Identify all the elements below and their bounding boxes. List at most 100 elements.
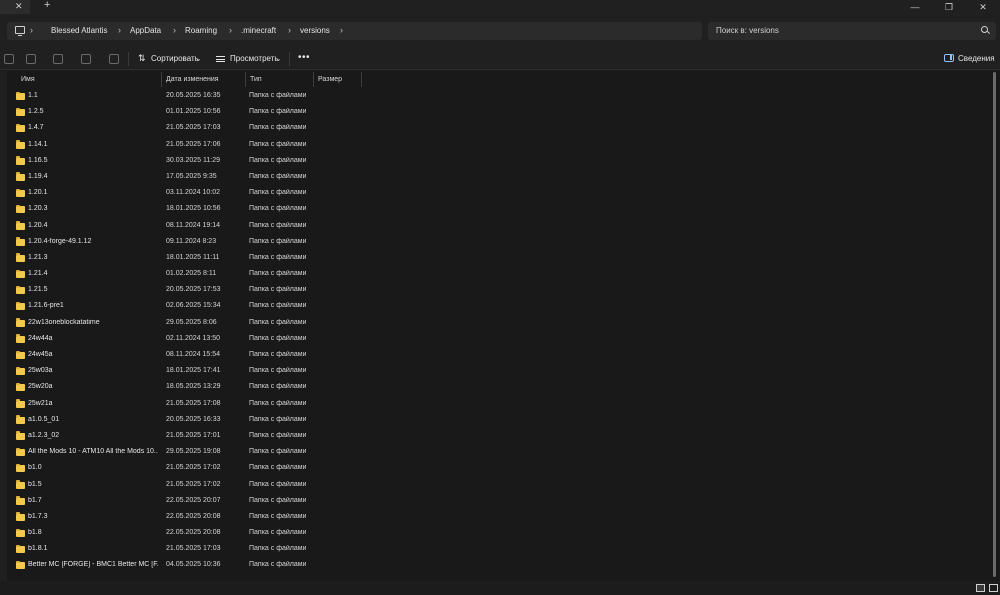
column-header-size[interactable]: Размер (313, 71, 361, 88)
table-row[interactable]: 1.21.3 18.01.2025 11:11 Папка с файлами (0, 251, 1000, 267)
file-type: Папка с файлами (249, 399, 307, 407)
folder-icon (16, 237, 25, 246)
table-row[interactable]: b1.5 21.05.2025 17:02 Папка с файлами (0, 478, 1000, 494)
table-row[interactable]: 1.20.4 08.11.2024 19:14 Папка с файлами (0, 219, 1000, 235)
search-icon[interactable] (981, 26, 988, 33)
chevron-down-icon[interactable]: ⌄ (275, 54, 282, 63)
file-type: Папка с файлами (249, 415, 307, 423)
folder-icon (16, 544, 25, 554)
breadcrumb-versions[interactable]: versions (300, 26, 330, 35)
more-options-button[interactable]: ••• (298, 52, 310, 63)
chevron-right-icon[interactable]: › (288, 25, 291, 35)
table-row[interactable]: 1.4.7 21.05.2025 17:03 Папка с файлами (0, 121, 1000, 137)
delete-icon[interactable] (109, 54, 119, 64)
cut-icon[interactable] (26, 54, 36, 64)
details-view-icon[interactable] (976, 584, 985, 592)
chevron-right-icon[interactable]: › (118, 25, 121, 35)
tab-current[interactable]: ✕ (0, 0, 30, 14)
folder-icon (16, 285, 25, 295)
view-icon[interactable] (216, 56, 225, 62)
column-divider[interactable] (361, 72, 362, 87)
file-date: 02.11.2024 13:50 (166, 334, 220, 342)
tab-close-icon[interactable]: ✕ (15, 1, 23, 12)
breadcrumb-roaming[interactable]: Roaming (185, 26, 217, 35)
table-row[interactable]: a1.0.5_01 20.05.2025 16:33 Папка с файлами (0, 413, 1000, 429)
table-row[interactable]: 25w20a 18.05.2025 13:29 Папка с файлами (0, 380, 1000, 396)
table-row[interactable]: 24w44a 02.11.2024 13:50 Папка с файлами (0, 332, 1000, 348)
table-row[interactable]: 1.16.5 30.03.2025 11:29 Папка с файлами (0, 154, 1000, 170)
table-row[interactable]: 22w13oneblockatatime 29.05.2025 8:06 Папка… (0, 316, 1000, 332)
table-row[interactable]: b1.0 21.05.2025 17:02 Папка с файлами (0, 461, 1000, 477)
chevron-right-icon[interactable]: › (229, 25, 232, 35)
folder-icon (16, 172, 25, 181)
table-row[interactable]: 1.21.5 20.05.2025 17:53 Папка с файлами (0, 283, 1000, 299)
table-row[interactable]: 25w03a 18.01.2025 17:41 Папка с файлами (0, 364, 1000, 380)
table-row[interactable]: 1.21.4 01.02.2025 8:11 Папка с файлами (0, 267, 1000, 283)
address-bar[interactable]: › Blessed Atlantis › AppData › Roaming ›… (7, 22, 702, 40)
file-date: 22.05.2025 20:08 (166, 529, 221, 537)
new-item-icon[interactable] (4, 54, 14, 64)
table-row[interactable]: 1.2.5 01.01.2025 10:56 Папка с файлами (0, 105, 1000, 121)
folder-icon (16, 447, 25, 457)
sort-icon[interactable]: ⇅ (138, 53, 146, 64)
close-window-button[interactable]: ✕ (966, 0, 1000, 14)
file-type: Папка с файлами (249, 302, 307, 310)
folder-icon (16, 156, 25, 165)
folder-icon (16, 107, 25, 117)
chevron-right-icon[interactable]: › (340, 25, 343, 35)
file-date: 04.05.2025 10:36 (166, 561, 221, 569)
table-row[interactable]: All the Mods 10 - ATM10 All the Mods 10.… (0, 445, 1000, 461)
minimize-button[interactable]: — (898, 0, 932, 14)
table-row[interactable]: 24w45a 08.11.2024 15:54 Папка с файлами (0, 348, 1000, 364)
paste-icon[interactable] (81, 54, 91, 64)
title-bar: ✕ + — ❐ ✕ (0, 0, 1000, 14)
table-row[interactable]: b1.8.1 21.05.2025 17:03 Папка с файлами (0, 542, 1000, 558)
breadcrumb-blessed-atlantis[interactable]: Blessed Atlantis (51, 26, 107, 35)
details-pane-button[interactable]: Сведения (944, 54, 995, 63)
table-row[interactable]: a1.2.3_02 21.05.2025 17:01 Папка с файлами (0, 429, 1000, 445)
file-name: 1.21.3 (28, 253, 48, 261)
vertical-scrollbar[interactable] (993, 72, 996, 577)
file-date: 18.01.2025 11:11 (166, 253, 220, 261)
file-type: Папка с файлами (249, 367, 307, 375)
folder-icon (16, 528, 25, 538)
tiles-view-icon[interactable] (989, 584, 998, 592)
column-header-date[interactable]: Дата изменения (161, 71, 245, 88)
table-row[interactable]: 1.14.1 21.05.2025 17:06 Папка с файлами (0, 138, 1000, 154)
table-row[interactable]: 1.20.4-forge-49.1.12 09.11.2024 8:23 Папка… (0, 235, 1000, 251)
chevron-down-icon[interactable]: ⌄ (195, 54, 202, 63)
column-header-name[interactable]: Имя ⌃ (16, 71, 162, 88)
maximize-button[interactable]: ❐ (932, 0, 966, 14)
folder-icon (16, 221, 25, 230)
table-row[interactable]: 1.20.1 03.11.2024 10:02 Папка с файлами (0, 186, 1000, 202)
sort-button[interactable]: Сортировать (151, 54, 199, 63)
search-input[interactable]: Поиск в: versions (708, 22, 996, 40)
copy-icon[interactable] (53, 54, 63, 64)
table-row[interactable]: 1.1 20.05.2025 16:35 Папка с файлами (0, 89, 1000, 105)
table-row[interactable]: b1.7 22.05.2025 20:07 Папка с файлами (0, 494, 1000, 510)
computer-icon[interactable] (15, 26, 25, 36)
table-row[interactable]: b1.8 22.05.2025 20:08 Папка с файлами (0, 526, 1000, 542)
view-button[interactable]: Просмотреть (230, 54, 279, 63)
folder-icon (16, 334, 25, 343)
file-name: 1.19.4 (28, 172, 48, 180)
file-name: 1.16.5 (28, 156, 48, 164)
file-date: 18.01.2025 10:56 (166, 205, 221, 213)
table-row[interactable]: b1.7.3 22.05.2025 20:08 Папка с файлами (0, 510, 1000, 526)
breadcrumb-minecraft[interactable]: .minecraft (241, 26, 276, 35)
table-row[interactable]: 1.20.3 18.01.2025 10:56 Папка с файлами (0, 202, 1000, 218)
breadcrumb-appdata[interactable]: AppData (130, 26, 161, 35)
column-header-type[interactable]: Тип (245, 71, 313, 88)
table-row[interactable]: 1.19.4 17.05.2025 9:35 Папка с файлами (0, 170, 1000, 186)
table-row[interactable]: Better MC [FORGE] - BMC1 Better MC [F...… (0, 558, 1000, 574)
toolbar-divider (128, 52, 129, 66)
chevron-right-icon[interactable]: › (30, 25, 33, 35)
table-row[interactable]: 25w21a 21.05.2025 17:08 Папка с файлами (0, 397, 1000, 413)
file-name: 25w03a (28, 367, 53, 375)
chevron-right-icon[interactable]: › (173, 25, 176, 35)
file-name: b1.8.1 (28, 545, 48, 553)
table-row[interactable]: 1.21.6-pre1 02.06.2025 15:34 Папка с файла… (0, 299, 1000, 315)
file-type: Папка с файлами (249, 172, 307, 180)
new-tab-button[interactable]: + (44, 0, 50, 11)
file-date: 21.05.2025 17:02 (166, 464, 221, 472)
